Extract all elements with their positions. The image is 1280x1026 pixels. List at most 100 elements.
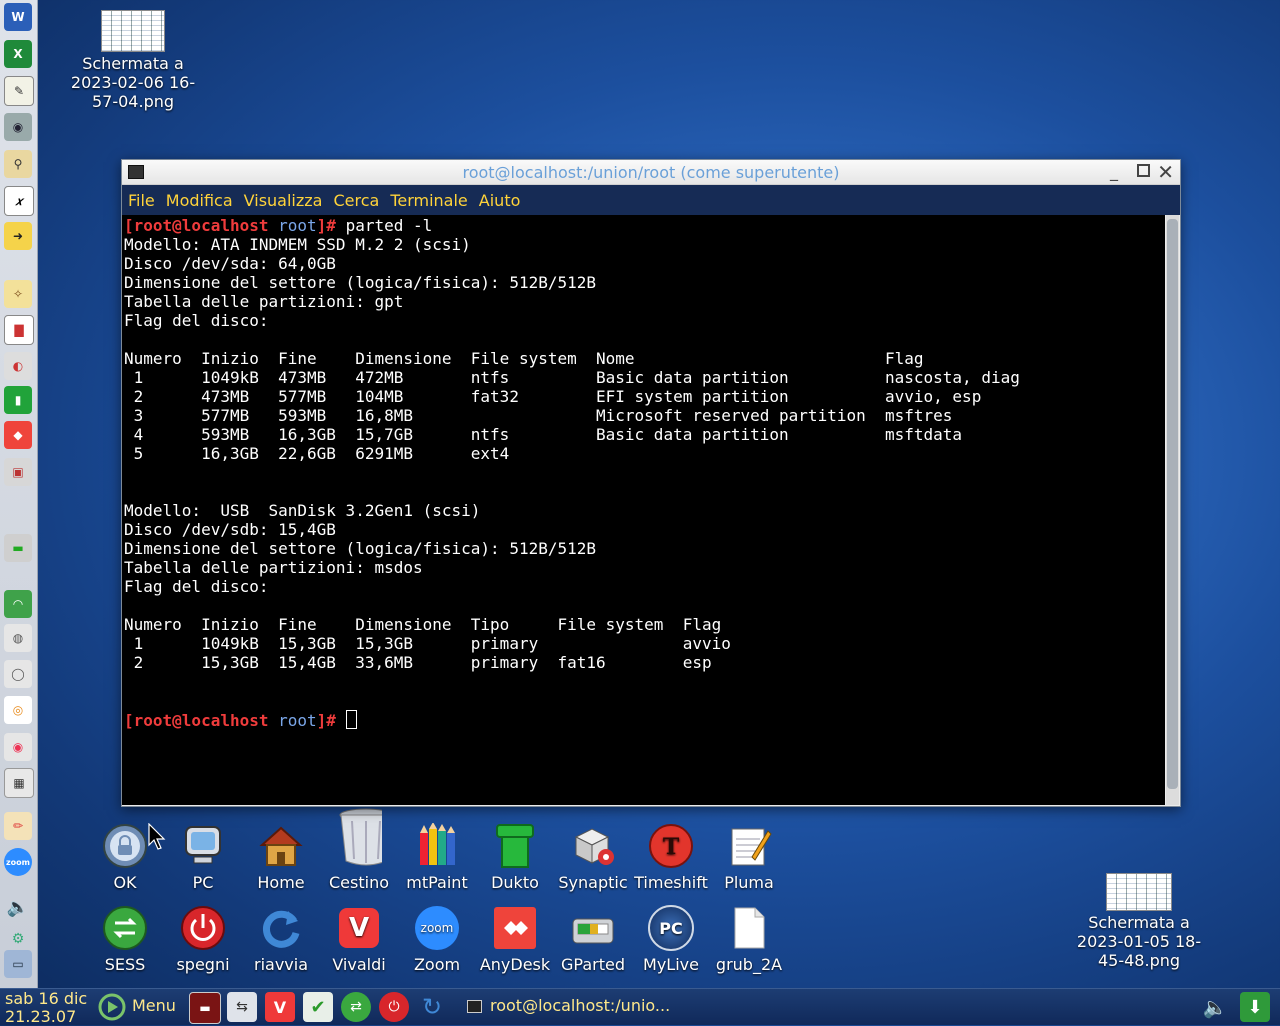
anydesk-icon	[492, 905, 538, 951]
image-thumbnail-icon	[101, 10, 165, 52]
dock-home[interactable]: Home	[241, 823, 321, 892]
speaker-small-icon[interactable]: 🔈	[4, 893, 32, 921]
dock-label: riavvia	[253, 955, 308, 974]
eye-icon[interactable]: ◉	[4, 113, 32, 141]
menu-button[interactable]	[98, 993, 126, 1025]
browser-icon[interactable]: ◉	[4, 733, 32, 761]
menu-terminale[interactable]: Terminale	[390, 191, 467, 210]
checkmark-icon[interactable]: ✔	[303, 992, 333, 1022]
table-header: Numero Inizio Fine Dimensione File syste…	[124, 349, 924, 368]
output-line: Disco /dev/sdb: 15,4GB	[124, 520, 336, 539]
dock-cestino[interactable]: Cestino	[319, 805, 399, 892]
prompt-user: [root@localhost	[124, 216, 269, 235]
vivaldi-launcher-icon[interactable]: V	[265, 992, 295, 1022]
dock-gparted[interactable]: GParted	[553, 905, 633, 974]
power-launcher-icon[interactable]: ⏻	[379, 992, 409, 1022]
dock-label: OK	[113, 873, 137, 892]
dock-label: Dukto	[491, 873, 539, 892]
anydesk-small-icon[interactable]: ◆	[4, 421, 32, 449]
computer-network-icon[interactable]: ▭	[4, 950, 32, 978]
calculator-icon[interactable]: ▦	[4, 768, 34, 798]
terminal-launcher-icon[interactable]: ▬	[189, 992, 221, 1024]
table-header: Numero Inizio Fine Dimensione Tipo File …	[124, 615, 722, 634]
dock-label: Pluma	[724, 873, 774, 892]
command-line: [root@localhost root]#	[124, 710, 1165, 730]
window-titlebar[interactable]: root@localhost:/union/root (come superut…	[122, 160, 1180, 185]
dock-dukto[interactable]: Dukto	[475, 823, 555, 892]
dock-synaptic[interactable]: Synaptic	[553, 823, 633, 892]
table-row: 2 473MB 577MB 104MB fat32 EFI system par…	[124, 387, 982, 406]
output-line: Tabella delle partizioni: gpt	[124, 292, 404, 311]
excel-icon[interactable]: X	[4, 40, 32, 68]
download-icon[interactable]: ⬇	[1240, 992, 1270, 1022]
prompt-dir: root	[278, 216, 317, 235]
vivaldi-icon: V	[336, 905, 382, 951]
pencils-icon[interactable]: ✏	[4, 812, 32, 840]
dock-grub[interactable]: grub_2A	[709, 905, 789, 974]
table-row: 4 593MB 16,3GB 15,7GB ntfs Basic data pa…	[124, 425, 963, 444]
terminal-window[interactable]: root@localhost:/union/root (come superut…	[121, 159, 1181, 807]
dock-label: Timeshift	[634, 873, 708, 892]
maximize-icon[interactable]	[1137, 164, 1150, 177]
dock-timeshift[interactable]: T Timeshift	[631, 823, 711, 892]
synaptic-small-icon[interactable]: ▣	[4, 458, 32, 486]
scrollbar-thumb[interactable]	[1167, 219, 1178, 789]
close-icon[interactable]: ✕	[1157, 160, 1174, 184]
word-icon[interactable]: W	[4, 3, 32, 31]
zoom-small-icon[interactable]: zoom	[4, 848, 32, 876]
file-label-line: Schermata a	[82, 54, 184, 73]
clock[interactable]: sab 16 dic 21.23.07	[5, 990, 87, 1026]
terminal-output[interactable]: [root@localhost root]# parted -l Modello:…	[122, 215, 1165, 805]
minimize-icon[interactable]: _	[1110, 162, 1128, 181]
dukto-small-icon[interactable]: ▮	[4, 386, 32, 414]
dock-vivaldi[interactable]: V Vivaldi	[319, 905, 399, 974]
dock-mylive[interactable]: PC MyLive	[631, 905, 711, 974]
scrollbar[interactable]	[1166, 215, 1179, 805]
file-label-line: 2023-01-05 18-	[1076, 932, 1202, 951]
chart-icon[interactable]: ▇	[4, 315, 34, 345]
menu-file[interactable]: File	[128, 191, 155, 210]
desktop-file-screenshot-2[interactable]: Schermata a 2023-01-05 18- 45-48.png	[1074, 873, 1204, 970]
menu-visualizza[interactable]: Visualizza	[244, 191, 323, 210]
menu-cerca[interactable]: Cerca	[333, 191, 379, 210]
table-row: 1 1049kB 473MB 472MB ntfs Basic data par…	[124, 368, 1020, 387]
disk-icon[interactable]: ◯	[4, 660, 32, 688]
terminal-small-icon	[467, 1000, 482, 1013]
text-editor-icon[interactable]: ✎	[4, 76, 34, 106]
dock-sess[interactable]: SESS	[85, 905, 165, 974]
gparted-small-icon[interactable]: ▬	[4, 534, 32, 562]
table-row: 2 15,3GB 15,4GB 33,6MB primary fat16 esp	[124, 653, 712, 672]
broom-icon[interactable]: ✧	[4, 280, 32, 308]
dock-label: GParted	[561, 955, 625, 974]
dock-riavvia[interactable]: riavvia	[241, 905, 321, 974]
disk-search-icon[interactable]: ◍	[4, 624, 32, 652]
formula-icon[interactable]: 𝑥	[4, 186, 34, 216]
menu-aiuto[interactable]: Aiuto	[479, 191, 521, 210]
dock-label: mtPaint	[406, 873, 468, 892]
file-label-line: 57-04.png	[91, 92, 175, 111]
network-icon[interactable]: ⚙	[4, 925, 32, 953]
refresh-launcher-icon[interactable]: ↻	[417, 992, 447, 1022]
volume-icon[interactable]: 🔈	[1200, 992, 1230, 1022]
color-ring-icon[interactable]: ◎	[4, 696, 32, 724]
dock-anydesk[interactable]: AnyDesk	[475, 905, 555, 974]
menu-label[interactable]: Menu	[132, 996, 176, 1015]
mylive-icon: PC	[648, 905, 694, 951]
menu-modifica[interactable]: Modifica	[166, 191, 233, 210]
dock-mtpaint[interactable]: mtPaint	[397, 823, 477, 892]
power-icon	[180, 905, 226, 951]
dock-pc[interactable]: PC	[163, 823, 243, 892]
search-icon[interactable]: ⚲	[4, 150, 32, 178]
text-cursor	[345, 710, 357, 729]
taskbar-window-button[interactable]: root@localhost:/unio...	[460, 991, 710, 1021]
session-launcher-icon[interactable]: ⇄	[341, 992, 371, 1022]
dock-zoom[interactable]: zoom Zoom	[397, 905, 477, 974]
dock-pluma[interactable]: Pluma	[709, 823, 789, 892]
arrow-right-icon[interactable]: ➜	[4, 222, 32, 250]
desktop-file-screenshot-1[interactable]: Schermata a 2023-02-06 16- 57-04.png	[68, 10, 198, 111]
window-switch-icon[interactable]: ⇆	[227, 992, 257, 1022]
image-thumbnail-icon	[1106, 873, 1172, 911]
disk-tool-icon[interactable]: ◐	[4, 352, 32, 380]
dock-spegni[interactable]: spegni	[163, 905, 243, 974]
network-graph-icon[interactable]: ◠	[4, 590, 32, 618]
